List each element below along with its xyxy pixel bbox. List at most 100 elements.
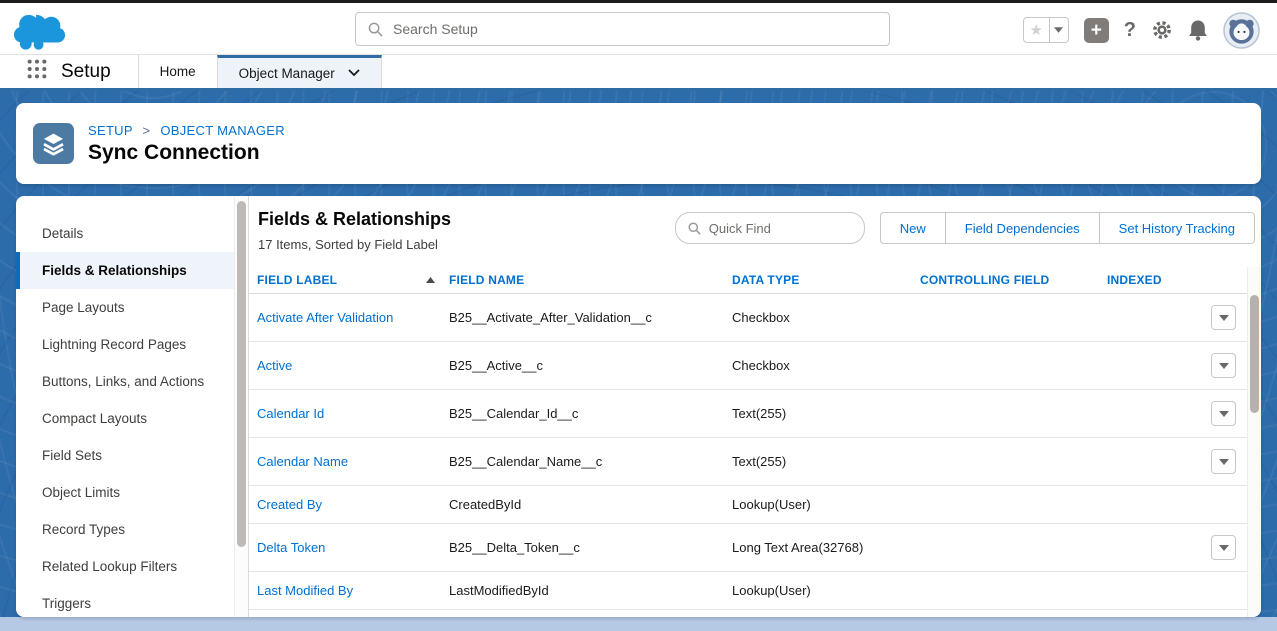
field-name-value: LastModifiedById [449,583,732,598]
sidebar-item-field-sets[interactable]: Field Sets [16,437,248,474]
quick-find-input[interactable] [709,221,852,236]
sidebar-item-lightning-record-pages[interactable]: Lightning Record Pages [16,326,248,363]
content-header: Fields & Relationships 17 Items, Sorted … [249,196,1261,267]
set-history-tracking-button[interactable]: Set History Tracking [1099,212,1255,244]
setup-nav-bar: Setup Home Object Manager [0,55,1277,91]
data-type-value: Text(255) [732,406,920,421]
data-type-value: Lookup(User) [732,497,920,512]
table-row: Calendar Name B25__Calendar_Name__c Text… [249,438,1247,486]
table-body: Activate After Validation B25__Activate_… [249,294,1247,617]
field-dependencies-button[interactable]: Field Dependencies [945,212,1100,244]
sidebar-item-triggers[interactable]: Triggers [16,585,248,617]
object-sidebar: Details Fields & Relationships Page Layo… [16,196,248,617]
sort-ascending-icon [426,277,435,283]
add-new-icon[interactable]: + [1084,18,1109,43]
notifications-bell-icon[interactable] [1188,19,1208,41]
sidebar-item-related-lookup-filters[interactable]: Related Lookup Filters [16,548,248,585]
sidebar-item-details[interactable]: Details [16,215,248,252]
page-title: Sync Connection [88,141,285,165]
app-name: Setup [61,61,111,83]
column-header-field-label[interactable]: FIELD LABEL [257,273,449,287]
sidebar-item-fields-relationships[interactable]: Fields & Relationships [16,252,248,289]
horizontal-scrollbar-track[interactable] [0,617,1277,631]
table-row: Delta Token B25__Delta_Token__c Long Tex… [249,524,1247,572]
field-label-link[interactable]: Active [257,358,292,373]
help-icon[interactable]: ? [1124,19,1136,42]
page-header-text: SETUP > OBJECT MANAGER Sync Connection [88,123,285,165]
favorites-dropdown-icon[interactable] [1050,17,1069,43]
tab-object-manager[interactable]: Object Manager [217,55,382,88]
table-action-buttons: New Field Dependencies Set History Track… [880,212,1255,244]
global-search [355,12,890,46]
field-name-value: B25__Calendar_Id__c [449,406,732,421]
quick-find [675,212,865,244]
breadcrumb-setup-link[interactable]: SETUP [88,123,133,138]
breadcrumb: SETUP > OBJECT MANAGER [88,123,285,138]
field-name-value: B25__Calendar_Name__c [449,454,732,469]
data-type-value: Long Text Area(32768) [732,540,920,555]
sidebar-item-page-layouts[interactable]: Page Layouts [16,289,248,326]
tab-home[interactable]: Home [138,55,217,88]
field-label-link[interactable]: Calendar Id [257,406,324,421]
custom-object-layers-icon [33,123,74,164]
favorites-split-button: ★ [1023,17,1069,43]
object-manager-panel: Details Fields & Relationships Page Layo… [16,196,1261,617]
row-actions-dropdown-button[interactable] [1211,535,1236,560]
field-label-link[interactable]: Delta Token [257,540,325,555]
fields-content: Fields & Relationships 17 Items, Sorted … [248,196,1261,617]
row-actions-dropdown-button[interactable] [1211,449,1236,474]
table-scrollbar[interactable] [1247,267,1261,617]
app-launcher-waffle-icon[interactable] [26,58,48,85]
new-button[interactable]: New [880,212,946,244]
table-row: Created By CreatedById Lookup(User) [249,486,1247,524]
field-label-link[interactable]: Created By [257,497,322,512]
search-icon [688,222,701,235]
salesforce-setup-window: ★ + ? [0,0,1277,631]
content-controls: New Field Dependencies Set History Track… [675,209,1255,267]
user-avatar[interactable] [1223,12,1260,49]
data-type-value: Checkbox [732,310,920,325]
field-label-link[interactable]: Calendar Name [257,454,348,469]
table-row: Calendar Id B25__Calendar_Id__c Text(255… [249,390,1247,438]
field-label-link[interactable]: Activate After Validation [257,310,393,325]
chevron-down-icon [348,69,360,77]
content-title-block: Fields & Relationships 17 Items, Sorted … [258,209,451,267]
row-actions-dropdown-button[interactable] [1211,353,1236,378]
global-header: ★ + ? [0,3,1277,55]
data-type-value: Text(255) [732,454,920,469]
sidebar-item-buttons-links-and-actions[interactable]: Buttons, Links, and Actions [16,363,248,400]
favorites-star-icon[interactable]: ★ [1023,17,1050,43]
field-label-link[interactable]: Last Modified By [257,583,353,598]
field-name-value: CreatedById [449,497,732,512]
column-header-indexed[interactable]: INDEXED [1107,273,1197,287]
row-actions-dropdown-button[interactable] [1211,401,1236,426]
table-row: Activate After Validation B25__Activate_… [249,294,1247,342]
sidebar-list: Details Fields & Relationships Page Layo… [16,215,248,617]
table-scrollbar-thumb[interactable] [1250,295,1259,413]
column-header-controlling-field[interactable]: CONTROLLING FIELD [920,273,1107,287]
sidebar-item-object-limits[interactable]: Object Limits [16,474,248,511]
sidebar-scrollbar-thumb[interactable] [237,201,246,547]
salesforce-logo-icon [13,10,68,55]
sidebar-item-record-types[interactable]: Record Types [16,511,248,548]
content-title: Fields & Relationships [258,209,451,230]
table-row: Active B25__Active__c Checkbox [249,342,1247,390]
column-header-field-name[interactable]: FIELD NAME [449,273,732,287]
table-row: Last Modified By LastModifiedById Lookup… [249,572,1247,610]
page-header-card: SETUP > OBJECT MANAGER Sync Connection [16,103,1261,184]
data-type-value: Checkbox [732,358,920,373]
table-header-row: FIELD LABEL FIELD NAME DATA TYPE CONTROL… [249,267,1247,294]
breadcrumb-object-manager-link[interactable]: OBJECT MANAGER [160,123,285,138]
data-type-value: Lookup(User) [732,583,920,598]
column-header-data-type[interactable]: DATA TYPE [732,273,920,287]
field-name-value: B25__Active__c [449,358,732,373]
breadcrumb-separator: > [143,123,151,138]
settings-gear-icon[interactable] [1151,19,1173,41]
row-actions-dropdown-button[interactable] [1211,305,1236,330]
field-name-value: B25__Activate_After_Validation__c [449,310,732,325]
global-search-input[interactable] [393,21,877,37]
sidebar-scrollbar[interactable] [234,196,248,617]
search-icon [368,22,383,37]
sidebar-item-compact-layouts[interactable]: Compact Layouts [16,400,248,437]
field-name-value: B25__Delta_Token__c [449,540,732,555]
